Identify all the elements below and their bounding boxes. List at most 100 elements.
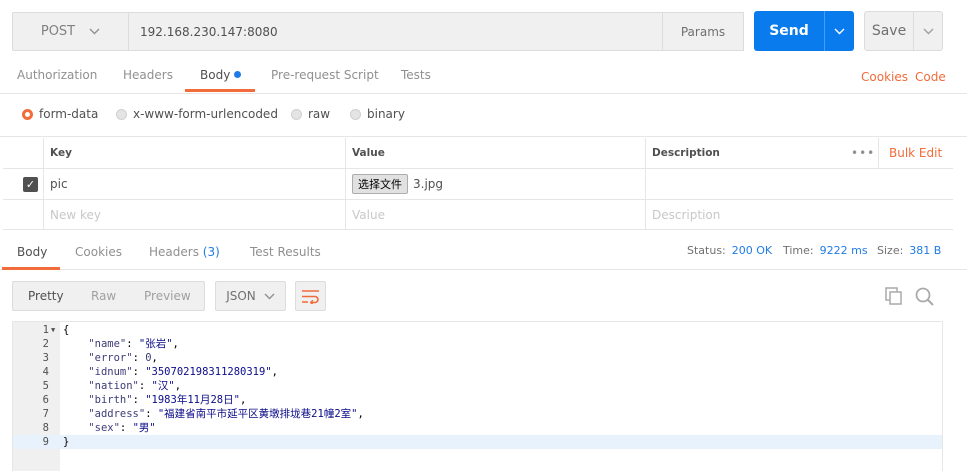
view-pretty-button[interactable]: Pretty <box>28 289 64 303</box>
status-value: 200 OK <box>731 244 773 257</box>
radio-raw[interactable]: raw <box>291 107 330 121</box>
cookies-link[interactable]: Cookies <box>861 70 908 84</box>
save-options-button[interactable] <box>913 11 943 51</box>
headers-count-badge: (3) <box>202 245 220 259</box>
time-readout: Time: 9222 ms <box>783 244 868 257</box>
code-line: 4 "idnum": "350702198311280319", <box>13 365 942 379</box>
radio-label: raw <box>308 107 331 121</box>
response-tabs: Body Cookies Headers (3) Test Results St… <box>0 230 967 270</box>
format-select[interactable]: JSON <box>215 281 286 311</box>
tab-response-body[interactable]: Body <box>17 245 47 259</box>
json-value: "男" <box>132 422 156 434</box>
line-number: 6 <box>42 394 49 406</box>
code-line: 8 "sex": "男" <box>13 421 942 435</box>
radio-label: binary <box>367 107 405 121</box>
params-button[interactable]: Params <box>662 12 744 51</box>
radio-unselected-icon <box>291 108 302 120</box>
code-line-active: 9 } <box>13 435 942 449</box>
radio-urlencoded[interactable]: x-www-form-urlencoded <box>116 107 278 121</box>
search-button[interactable] <box>915 287 934 309</box>
tab-prerequest-script[interactable]: Pre-request Script <box>271 68 379 82</box>
line-number: 2 <box>42 338 49 350</box>
radio-form-data[interactable]: form-data <box>22 107 98 121</box>
modified-dot-icon <box>234 71 242 78</box>
chevron-down-icon <box>264 293 275 299</box>
tab-response-cookies[interactable]: Cookies <box>75 245 122 259</box>
url-value: 192.168.230.147:8080 <box>140 24 278 39</box>
code-link[interactable]: Code <box>915 70 946 84</box>
tab-body-label: Body <box>200 68 231 82</box>
radio-binary[interactable]: binary <box>350 107 405 121</box>
code-line: 3 "error": 0, <box>13 351 942 365</box>
send-options-button[interactable] <box>824 11 854 51</box>
code-text: "birth": "1983年11月28日", <box>88 394 247 406</box>
view-mode-group: Pretty Raw Preview <box>12 281 205 311</box>
more-options-icon[interactable]: ••• <box>851 146 875 160</box>
view-raw-button[interactable]: Raw <box>91 289 116 303</box>
json-value: "福建省南平市延平区黄墩排垅巷21幢2室" <box>157 408 358 420</box>
new-description-input[interactable]: Description <box>645 200 953 229</box>
code-punct: , <box>357 408 364 420</box>
line-number: 3 <box>42 352 49 364</box>
line-number: 1 <box>42 324 49 336</box>
tab-body[interactable]: Body <box>200 68 242 82</box>
tab-tests[interactable]: Tests <box>401 68 431 82</box>
chevron-down-icon <box>834 28 845 34</box>
copy-icon <box>885 287 902 305</box>
row-value[interactable]: 选择文件 3.jpg <box>345 169 645 199</box>
send-button[interactable]: Send <box>754 11 824 51</box>
code-line: 2 "name": "张岩", <box>13 337 942 351</box>
search-icon <box>915 287 934 306</box>
tab-authorization[interactable]: Authorization <box>17 68 97 82</box>
json-key: "error" <box>88 352 133 364</box>
code-line: 7 "address": "福建省南平市延平区黄墩排垅巷21幢2室", <box>13 407 942 421</box>
copy-button[interactable] <box>885 287 903 308</box>
row-enabled-checkbox[interactable]: ✓ <box>23 177 38 192</box>
code-text: "name": "张岩", <box>88 338 179 350</box>
view-preview-button[interactable]: Preview <box>144 289 191 303</box>
tab-headers[interactable]: Headers <box>123 68 173 82</box>
line-number: 8 <box>42 422 49 434</box>
json-key: "nation" <box>88 380 139 392</box>
json-key: "name" <box>88 338 127 350</box>
radio-label: form-data <box>39 107 99 121</box>
save-button[interactable]: Save <box>864 11 914 51</box>
code-text: "sex": "男" <box>88 422 156 434</box>
line-number: 5 <box>42 380 49 392</box>
code-punct: , <box>271 366 278 378</box>
file-name: 3.jpg <box>413 177 444 191</box>
table-header: Key Value Description ••• Bulk Edit <box>3 138 953 169</box>
active-tab-indicator <box>185 89 255 92</box>
time-label: Time: <box>783 244 814 257</box>
json-key: "sex" <box>88 422 120 434</box>
tab-response-headers[interactable]: Headers (3) <box>149 245 220 259</box>
table-row: ✓ pic 选择文件 3.jpg <box>3 169 953 200</box>
wrap-lines-button[interactable] <box>295 281 326 311</box>
line-number: 9 <box>42 436 49 448</box>
fold-toggle-icon[interactable]: ▼ <box>51 323 55 337</box>
time-value: 9222 ms <box>819 244 868 257</box>
json-value: "350702198311280319" <box>145 366 272 378</box>
json-value: "汉" <box>151 380 175 392</box>
choose-file-button[interactable]: 选择文件 <box>352 174 408 194</box>
active-tab-indicator <box>2 267 60 270</box>
wrap-lines-icon <box>302 289 319 304</box>
size-label: Size: <box>877 244 904 257</box>
code-line: 5 "nation": "汉", <box>13 379 942 393</box>
json-value: "1983年11月28日" <box>145 394 240 406</box>
bulk-edit-link[interactable]: Bulk Edit <box>889 146 942 160</box>
response-body-editor[interactable]: 1 ▼ { 2 "name": "张岩", 3 "error": 0, 4 "i… <box>12 321 943 471</box>
json-key: "birth" <box>88 394 133 406</box>
code-punct: , <box>239 394 247 406</box>
size-readout: Size: 381 B <box>877 244 941 257</box>
new-value-input[interactable]: Value <box>345 200 645 229</box>
code-punct: , <box>172 338 179 350</box>
url-input[interactable]: 192.168.230.147:8080 <box>128 12 663 51</box>
radio-unselected-icon <box>116 108 127 120</box>
new-key-input[interactable]: New key <box>43 200 345 229</box>
row-description[interactable] <box>645 169 953 199</box>
row-key[interactable]: pic <box>43 169 345 199</box>
column-key: Key <box>43 138 345 168</box>
method-select[interactable]: POST <box>12 12 129 51</box>
tab-test-results[interactable]: Test Results <box>250 245 321 259</box>
